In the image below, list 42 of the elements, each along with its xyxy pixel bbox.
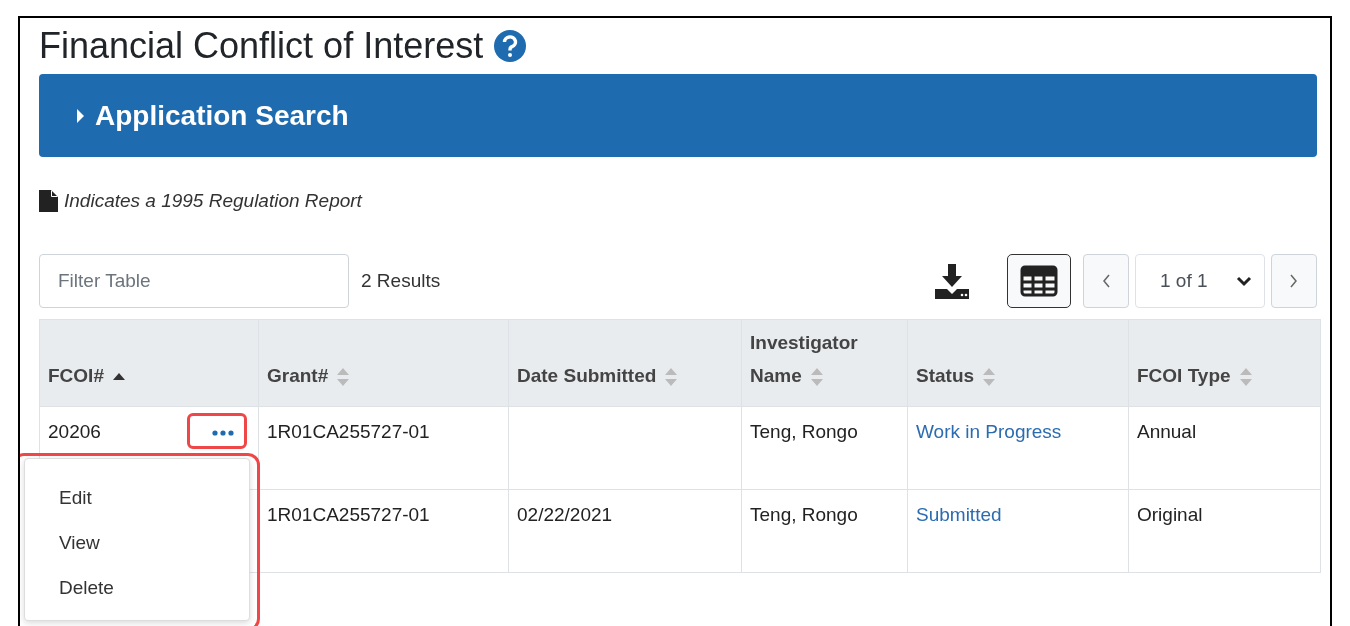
column-header[interactable]: Investigator Name: [741, 319, 908, 407]
chevron-left-icon: [1101, 273, 1111, 289]
table-cell: 02/22/2021: [517, 504, 613, 525]
caret-right-icon: [75, 107, 85, 124]
highlight-frame: [187, 413, 247, 449]
sort-icon: [809, 367, 824, 387]
document-icon: [39, 190, 58, 212]
status-link[interactable]: Work in Progress: [916, 421, 1062, 442]
chevron-right-icon: [1289, 273, 1299, 289]
legend-text: Indicates a 1995 Regulation Report: [64, 190, 362, 212]
filter-field[interactable]: Filter Table: [39, 254, 349, 308]
sort-icon: [664, 367, 679, 387]
status-link[interactable]: Submitted: [916, 504, 1002, 525]
chevron-down-icon: [1236, 275, 1252, 287]
column-header[interactable]: Status: [907, 319, 1129, 407]
table-cell: Annual: [1137, 421, 1197, 442]
page-select[interactable]: 1 of 1: [1135, 254, 1265, 308]
table-icon: [1020, 265, 1058, 297]
menu-item[interactable]: Edit: [25, 475, 249, 520]
accordion-header[interactable]: Application Search: [39, 74, 1317, 157]
column-header[interactable]: FCOI Type: [1128, 319, 1321, 407]
column-header[interactable]: Date Submitted: [508, 319, 742, 407]
menu-item[interactable]: Delete: [25, 565, 249, 610]
download-icon[interactable]: [933, 262, 971, 300]
ellipsis-icon: [212, 430, 234, 436]
table-cell: Teng, Rongo: [750, 421, 858, 442]
grid-view-button[interactable]: [1007, 254, 1071, 308]
sort-up-icon: [111, 372, 126, 382]
table-cell: 20206: [48, 421, 101, 443]
column-header[interactable]: FCOI#: [39, 319, 259, 407]
sort-icon: [982, 367, 997, 387]
table-cell: Teng, Rongo: [750, 504, 858, 525]
results-count: 2 Results: [361, 270, 441, 292]
table-cell: Original: [1137, 504, 1203, 525]
sort-icon: [336, 367, 351, 387]
menu-item[interactable]: View: [25, 520, 249, 565]
help-icon[interactable]: [493, 29, 528, 63]
column-header[interactable]: Grant#: [258, 319, 509, 407]
page-title: Financial Conflict of Interest: [39, 25, 484, 67]
table-cell: 1R01CA255727-01: [267, 504, 430, 525]
table-cell: 1R01CA255727-01: [267, 421, 430, 442]
sort-icon: [1238, 367, 1253, 387]
